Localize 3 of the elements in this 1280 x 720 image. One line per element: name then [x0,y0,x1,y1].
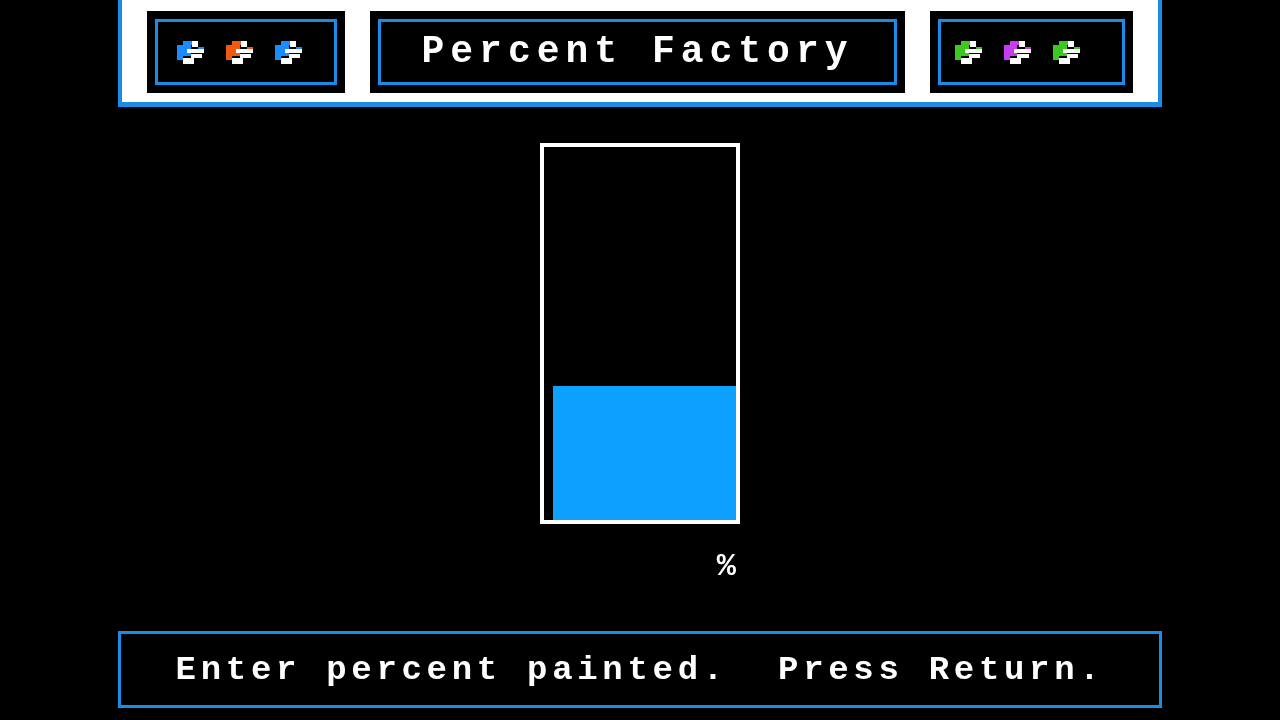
percent-sign: % [716,551,736,583]
app-title: Percent Factory [421,33,854,71]
prompt-text: Enter percent painted. Press Return. [175,652,1105,687]
